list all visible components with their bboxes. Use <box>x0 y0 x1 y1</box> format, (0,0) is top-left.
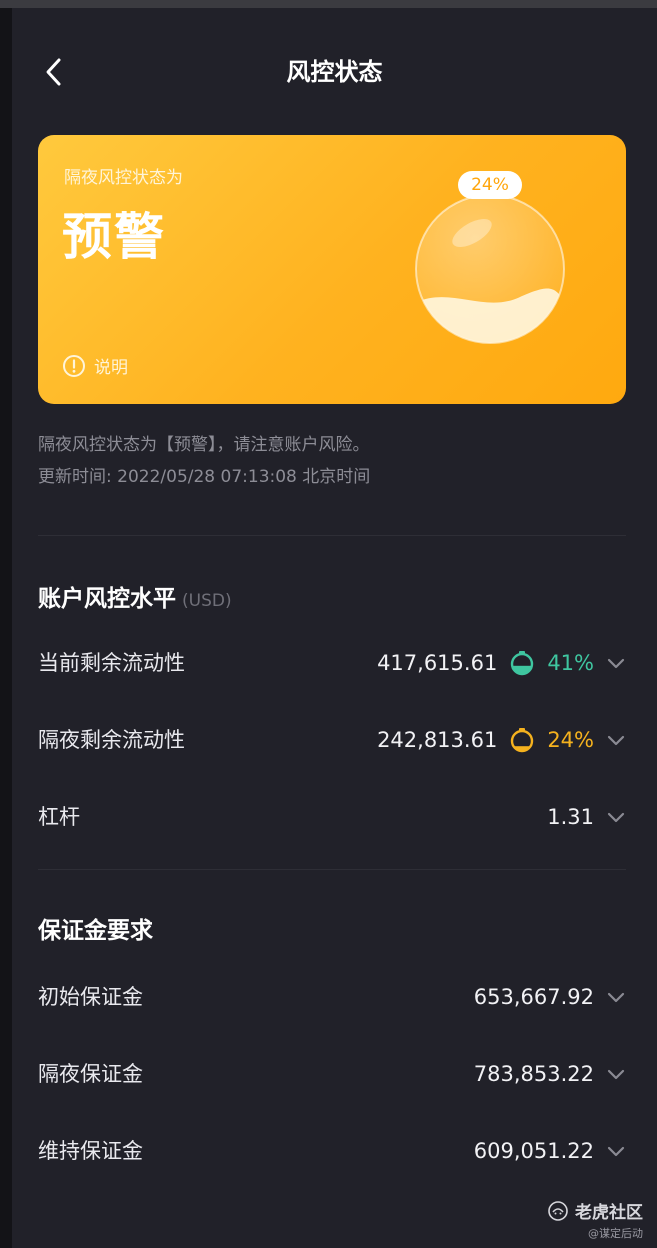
row-label: 初始保证金 <box>38 985 143 1009</box>
row-label: 当前剩余流动性 <box>38 651 185 675</box>
row-label: 隔夜剩余流动性 <box>38 728 185 752</box>
screen: 风控状态 隔夜风控状态为 预警 24% 说明 隔夜风控状态为【预警】，请注意账户… <box>12 8 657 1248</box>
currency-unit: (USD) <box>182 591 232 611</box>
liquidity-gauge-icon <box>511 728 534 753</box>
update-time: 更新时间: 2022/05/28 07:13:08 北京时间 <box>38 467 371 487</box>
chevron-down-icon[interactable] <box>606 733 626 747</box>
chevron-down-icon[interactable] <box>606 1144 626 1158</box>
gauge-percent-badge: 24% <box>458 171 522 199</box>
row-value: 417,615.61 <box>377 651 498 675</box>
watermark-handle: @谋定后动 <box>588 1227 643 1240</box>
tiger-logo-icon <box>548 1200 568 1221</box>
margin-row-maintenance[interactable]: 维持保证金 609,051.22 <box>38 1131 626 1171</box>
row-value: 653,667.92 <box>473 985 594 1009</box>
margin-row-initial[interactable]: 初始保证金 653,667.92 <box>38 977 626 1017</box>
row-value: 1.31 <box>547 805 594 829</box>
divider <box>38 869 626 870</box>
row-percent: 24% <box>547 728 594 752</box>
watermark-name: 老虎社区 <box>575 1203 643 1223</box>
row-value: 783,853.22 <box>473 1062 594 1086</box>
divider <box>38 535 626 536</box>
row-label: 隔夜保证金 <box>38 1062 143 1086</box>
liquidity-gauge-icon <box>511 651 534 676</box>
page-title: 风控状态 <box>286 58 383 86</box>
row-label: 杠杆 <box>38 805 80 829</box>
status-message: 隔夜风控状态为【预警】，请注意账户风险。 <box>38 435 370 455</box>
watermark: 老虎社区 @谋定后动 <box>547 1198 643 1241</box>
status-bar <box>0 0 657 8</box>
explain-button[interactable]: 说明 <box>62 353 128 378</box>
explain-label: 说明 <box>94 358 128 378</box>
risk-row-overnight-liquidity[interactable]: 隔夜剩余流动性 242,813.61 24% <box>38 720 626 760</box>
row-value: 242,813.61 <box>377 728 498 752</box>
chevron-down-icon[interactable] <box>606 810 626 824</box>
row-label: 维持保证金 <box>38 1139 143 1163</box>
risk-status-card: 隔夜风控状态为 预警 24% 说明 <box>38 135 626 404</box>
risk-row-leverage[interactable]: 杠杆 1.31 <box>38 797 626 837</box>
margin-section-title: 保证金要求 <box>38 918 153 944</box>
status-value: 预警 <box>62 208 166 266</box>
bubble-gauge-icon <box>415 194 565 344</box>
chevron-down-icon[interactable] <box>606 990 626 1004</box>
margin-row-overnight[interactable]: 隔夜保证金 783,853.22 <box>38 1054 626 1094</box>
chevron-down-icon[interactable] <box>606 1067 626 1081</box>
info-circle-icon <box>63 354 85 377</box>
row-percent: 41% <box>547 651 594 675</box>
chevron-down-icon[interactable] <box>606 656 626 670</box>
risk-section-title-text: 账户风控水平 <box>38 586 176 612</box>
risk-section-title: 账户风控水平 (USD) <box>38 579 232 613</box>
status-caption: 隔夜风控状态为 <box>64 168 183 188</box>
row-value: 609,051.22 <box>473 1139 594 1163</box>
risk-row-current-liquidity[interactable]: 当前剩余流动性 417,615.61 41% <box>38 643 626 683</box>
